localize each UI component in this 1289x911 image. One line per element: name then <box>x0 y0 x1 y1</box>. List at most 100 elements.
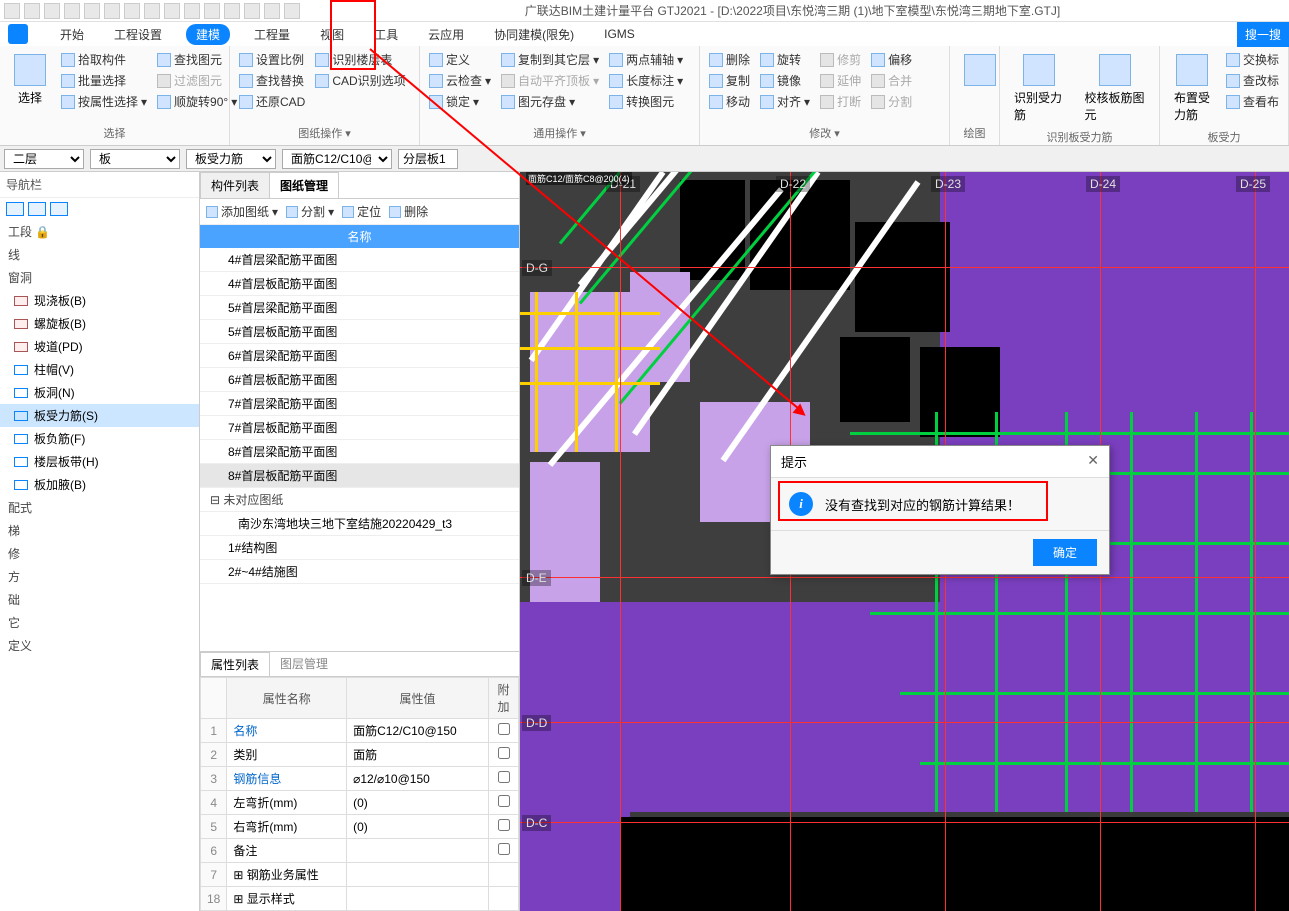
property-value[interactable] <box>347 839 489 863</box>
nav-leaf[interactable]: 板洞(N) <box>0 381 199 404</box>
set-scale-button[interactable]: 设置比例 <box>236 50 308 69</box>
swap-label-button[interactable]: 交换标 <box>1223 50 1282 69</box>
nav-tree[interactable]: 工段 🔒 线 窗洞 现浇板(B)螺旋板(B)坡道(PD)柱帽(V)板洞(N)板受… <box>0 220 199 911</box>
dialog-ok-button[interactable]: 确定 <box>1033 539 1097 566</box>
qat-icon[interactable] <box>224 3 240 19</box>
nav-leaf[interactable]: 坡道(PD) <box>0 335 199 358</box>
menu-igms[interactable]: IGMS <box>598 25 641 43</box>
qat-icon[interactable] <box>244 3 260 19</box>
pick-element-button[interactable]: 拾取构件 <box>58 50 150 69</box>
property-row[interactable]: 1名称面筋C12/C10@150 <box>201 719 519 743</box>
drawing-row[interactable]: 1#结构图 <box>200 536 519 560</box>
mirror-button[interactable]: 镜像 <box>757 71 813 90</box>
tab-component-list[interactable]: 构件列表 <box>200 172 270 198</box>
edit-label-button[interactable]: 查改标 <box>1223 71 1282 90</box>
view-layout-button[interactable]: 查看布 <box>1223 92 1282 111</box>
property-row[interactable]: 7⊞ 钢筋业务属性 <box>201 863 519 887</box>
nav-group[interactable]: 线 <box>0 243 199 266</box>
qat-icon[interactable] <box>184 3 200 19</box>
property-value[interactable] <box>347 887 489 911</box>
offset-button[interactable]: 偏移 <box>868 50 915 69</box>
split-drawing-button[interactable]: 分割 ▾ <box>286 203 334 220</box>
drawing-row[interactable]: 6#首层板配筋平面图 <box>200 368 519 392</box>
nav-group[interactable]: 工段 🔒 <box>0 220 199 243</box>
drawing-row[interactable]: 7#首层梁配筋平面图 <box>200 392 519 416</box>
qat-icon[interactable] <box>104 3 120 19</box>
drawing-row[interactable]: 7#首层板配筋平面图 <box>200 416 519 440</box>
drawing-list[interactable]: 4#首层梁配筋平面图4#首层板配筋平面图5#首层梁配筋平面图5#首层板配筋平面图… <box>200 248 519 652</box>
property-row[interactable]: 5右弯折(mm)(0) <box>201 815 519 839</box>
property-value[interactable]: 面筋C12/C10@150 <box>347 719 489 743</box>
view-tree-icon[interactable] <box>28 202 46 216</box>
nav-leaf[interactable]: 板负筋(F) <box>0 427 199 450</box>
drawing-row[interactable]: 2#~4#结施图 <box>200 560 519 584</box>
layer-select[interactable]: 分层板1 <box>398 149 458 169</box>
check-rebar-button[interactable]: 校核板筋图元 <box>1076 50 1153 127</box>
qat-icon[interactable] <box>24 3 40 19</box>
tab-layers[interactable]: 图层管理 <box>270 652 338 676</box>
name-select[interactable]: 面筋C12/C10@ <box>282 149 392 169</box>
menu-collab[interactable]: 协同建模(限免) <box>488 24 580 45</box>
property-row[interactable]: 4左弯折(mm)(0) <box>201 791 519 815</box>
nav-group[interactable]: 配式 <box>0 496 199 519</box>
menu-cloud[interactable]: 云应用 <box>422 24 470 45</box>
menu-view[interactable]: 视图 <box>314 24 350 45</box>
drawing-row[interactable]: 8#首层梁配筋平面图 <box>200 440 519 464</box>
move-button[interactable]: 移动 <box>706 92 753 111</box>
nav-group[interactable]: 窗洞 <box>0 266 199 289</box>
property-row[interactable]: 6备注 <box>201 839 519 863</box>
dialog-close-button[interactable]: ✕ <box>1087 452 1099 471</box>
rotate90-button[interactable]: 顺旋转90° ▾ <box>154 92 240 111</box>
extra-checkbox[interactable] <box>498 771 510 783</box>
type-select[interactable]: 板受力筋 <box>186 149 276 169</box>
recognize-rebar-button[interactable]: 识别受力筋 <box>1006 50 1072 127</box>
qat-icon[interactable] <box>64 3 80 19</box>
two-point-axis-button[interactable]: 两点辅轴 ▾ <box>606 50 686 69</box>
rotate-button[interactable]: 旋转 <box>757 50 813 69</box>
select-by-prop-button[interactable]: 按属性选择 ▾ <box>58 92 150 111</box>
drawing-row[interactable]: 6#首层梁配筋平面图 <box>200 344 519 368</box>
nav-group[interactable]: 定义 <box>0 634 199 657</box>
batch-select-button[interactable]: 批量选择 <box>58 71 150 90</box>
qat-icon[interactable] <box>84 3 100 19</box>
extra-checkbox[interactable] <box>498 795 510 807</box>
delete-button[interactable]: 删除 <box>706 50 753 69</box>
define-button[interactable]: 定义 <box>426 50 494 69</box>
menu-tools[interactable]: 工具 <box>368 24 404 45</box>
view-list-icon[interactable] <box>6 202 24 216</box>
nav-leaf[interactable]: 板加腋(B) <box>0 473 199 496</box>
lock-button[interactable]: 锁定 ▾ <box>426 92 494 111</box>
find-replace-button[interactable]: 查找替换 <box>236 71 308 90</box>
nav-leaf[interactable]: 螺旋板(B) <box>0 312 199 335</box>
nav-group[interactable]: 它 <box>0 611 199 634</box>
category-select[interactable]: 板 <box>90 149 180 169</box>
extra-checkbox[interactable] <box>498 819 510 831</box>
drawing-row[interactable]: 4#首层梁配筋平面图 <box>200 248 519 272</box>
qat-icon[interactable] <box>204 3 220 19</box>
drawing-row[interactable]: 8#首层板配筋平面图 <box>200 464 519 488</box>
menu-modeling[interactable]: 建模 <box>186 24 230 45</box>
menu-quantity[interactable]: 工程量 <box>248 24 296 45</box>
layout-rebar-button[interactable]: 布置受力筋 <box>1166 50 1219 127</box>
qat-icon[interactable] <box>124 3 140 19</box>
nav-leaf[interactable]: 楼层板带(H) <box>0 450 199 473</box>
qat-icon[interactable] <box>284 3 300 19</box>
property-row[interactable]: 2类别面筋 <box>201 743 519 767</box>
search-button[interactable]: 搜一搜 <box>1237 22 1289 47</box>
restore-cad-button[interactable]: 还原CAD <box>236 92 308 111</box>
copy-to-floor-button[interactable]: 复制到其它层 ▾ <box>498 50 602 69</box>
convert-element-button[interactable]: 转换图元 <box>606 92 686 111</box>
drawing-row[interactable]: 南沙东湾地块三地下室结施20220429_t3 <box>200 512 519 536</box>
nav-group[interactable]: 修 <box>0 542 199 565</box>
nav-group[interactable]: 方 <box>0 565 199 588</box>
property-value[interactable]: (0) <box>347 791 489 815</box>
draw-button[interactable] <box>956 50 1004 123</box>
qat-icon[interactable] <box>264 3 280 19</box>
nav-leaf[interactable]: 柱帽(V) <box>0 358 199 381</box>
nav-group[interactable]: 础 <box>0 588 199 611</box>
qat-icon[interactable] <box>164 3 180 19</box>
qat-icon[interactable] <box>144 3 160 19</box>
property-row[interactable]: 18⊞ 显示样式 <box>201 887 519 911</box>
view-detail-icon[interactable] <box>50 202 68 216</box>
drawing-row[interactable]: 5#首层梁配筋平面图 <box>200 296 519 320</box>
